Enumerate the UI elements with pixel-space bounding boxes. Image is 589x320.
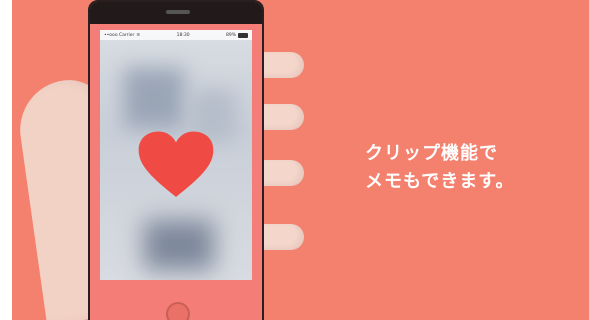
- clock: 18:30: [176, 32, 190, 38]
- promo-caption: クリップ機能で メモもできます。: [365, 140, 514, 196]
- battery-percent: 89%: [225, 32, 236, 38]
- caption-line-2: メモもできます。: [365, 171, 515, 192]
- heart-icon[interactable]: [137, 130, 215, 200]
- heart-shape: [138, 131, 214, 197]
- status-bar: ••ooo Carrier ≋ 18:30 89%: [100, 30, 252, 40]
- phone-top-bezel: [90, 2, 262, 24]
- battery-icon: [238, 32, 248, 38]
- phone-mockup: ••ooo Carrier ≋ 18:30 89%: [88, 0, 264, 320]
- caption-line-1: クリップ機能で: [365, 143, 498, 164]
- speaker-grille: [166, 10, 190, 14]
- promo-frame: ••ooo Carrier ≋ 18:30 89% クリップ機能で メモもできま…: [0, 0, 589, 320]
- carrier-label: ••ooo Carrier: [104, 32, 135, 38]
- blurred-content: [144, 220, 214, 270]
- wifi-icon: ≋: [136, 32, 141, 38]
- phone-screen: ••ooo Carrier ≋ 18:30 89%: [100, 30, 252, 280]
- blurred-content: [124, 68, 184, 128]
- home-button-icon[interactable]: [166, 302, 190, 320]
